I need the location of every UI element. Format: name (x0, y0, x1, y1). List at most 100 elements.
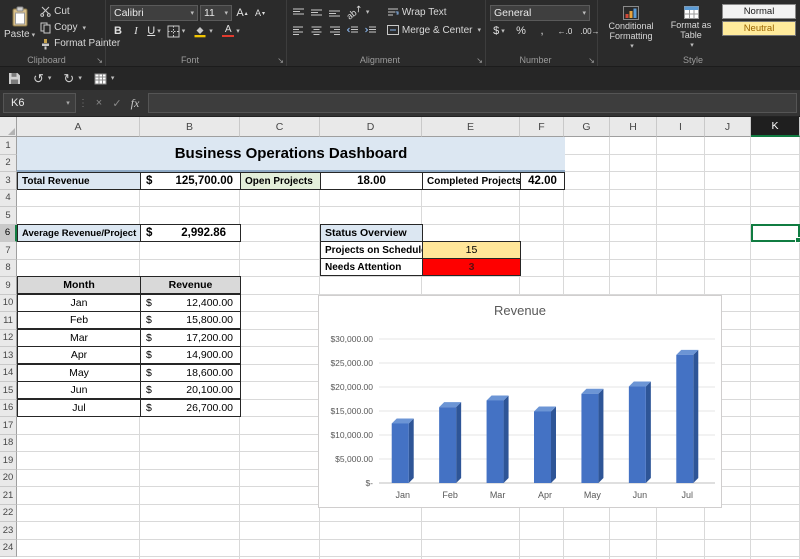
italic-button[interactable]: I (128, 23, 144, 39)
column-header-I[interactable]: I (657, 117, 705, 137)
completed-projects-label-cell[interactable]: Completed Projects (422, 172, 521, 190)
row-header-1[interactable]: 1 (0, 137, 17, 155)
font-dialog-launcher[interactable]: ↘ (277, 56, 284, 65)
month-cell[interactable]: Apr (17, 346, 141, 364)
name-box-dropdown[interactable]: ▾ (61, 93, 76, 113)
row-header-21[interactable]: 21 (0, 487, 17, 505)
decrease-font-button[interactable]: A ▾ (252, 5, 268, 21)
fill-color-button[interactable]: ▾ (190, 23, 216, 39)
column-header-H[interactable]: H (610, 117, 657, 137)
revenue-cell[interactable]: $26,700.00 (140, 399, 241, 417)
conditional-formatting-button[interactable]: Conditional Formatting ▾ (602, 4, 660, 52)
row-header-17[interactable]: 17 (0, 417, 17, 435)
align-middle-button[interactable] (309, 4, 325, 20)
on-schedule-value-cell[interactable]: 15 (422, 241, 521, 259)
revenue-header-cell[interactable]: Revenue (140, 276, 241, 294)
row-header-6[interactable]: 6 (0, 224, 17, 242)
align-left-button[interactable] (291, 22, 307, 38)
percent-style-button[interactable]: % (513, 23, 529, 39)
row-header-15[interactable]: 15 (0, 382, 17, 400)
revenue-cell[interactable]: $17,200.00 (140, 329, 241, 347)
insert-function-button[interactable]: fx (126, 90, 144, 116)
month-header-cell[interactable]: Month (17, 276, 141, 294)
decrease-decimal-button[interactable]: .00→ (580, 23, 600, 39)
active-cell-K6[interactable] (751, 224, 800, 243)
cell-style-normal[interactable]: Normal (722, 4, 796, 19)
formula-bar-splitter[interactable]: ⋮ (76, 90, 90, 116)
bold-button[interactable]: B (110, 23, 126, 39)
customize-qat-button[interactable]: ▾ (94, 73, 114, 85)
row-header-7[interactable]: 7 (0, 242, 17, 260)
month-cell[interactable]: Jul (17, 399, 141, 417)
undo-button[interactable]: ↺ ▾ (33, 72, 51, 85)
clipboard-dialog-launcher[interactable]: ↘ (96, 56, 103, 65)
row-header-13[interactable]: 13 (0, 347, 17, 365)
increase-indent-button[interactable] (363, 22, 379, 38)
row-header-16[interactable]: 16 (0, 399, 17, 417)
row-header-8[interactable]: 8 (0, 259, 17, 277)
decrease-indent-button[interactable] (345, 22, 361, 38)
revenue-cell[interactable]: $12,400.00 (140, 294, 241, 312)
avg-revenue-value-cell[interactable]: $2,992.86 (140, 224, 241, 242)
needs-attention-value-cell[interactable]: 3 (422, 258, 521, 276)
column-header-K[interactable]: K (751, 117, 800, 137)
column-header-E[interactable]: E (422, 117, 520, 137)
row-header-14[interactable]: 14 (0, 364, 17, 382)
revenue-cell[interactable]: $18,600.00 (140, 364, 241, 382)
paste-button[interactable]: Paste ▾ (4, 4, 35, 51)
formula-input[interactable] (148, 93, 797, 113)
row-header-10[interactable]: 10 (0, 294, 17, 312)
month-cell[interactable]: May (17, 364, 141, 382)
needs-attention-label-cell[interactable]: Needs Attention (320, 258, 423, 276)
row-header-19[interactable]: 19 (0, 452, 17, 470)
revenue-cell[interactable]: $14,900.00 (140, 346, 241, 364)
row-header-11[interactable]: 11 (0, 312, 17, 330)
align-top-button[interactable] (291, 4, 307, 20)
font-color-button[interactable]: A ▾ (218, 23, 244, 39)
font-size-select[interactable]: 11 ▾ (200, 5, 232, 21)
redo-button[interactable]: ↻ ▾ (63, 72, 81, 85)
status-overview-header-cell[interactable]: Status Overview (320, 224, 423, 242)
month-cell[interactable]: Mar (17, 329, 141, 347)
revenue-cell[interactable]: $20,100.00 (140, 381, 241, 399)
avg-revenue-label-cell[interactable]: Average Revenue/Project (17, 224, 141, 242)
name-box[interactable]: K6 (3, 93, 61, 113)
select-all-corner[interactable] (0, 117, 17, 137)
row-header-24[interactable]: 24 (0, 539, 17, 557)
column-header-F[interactable]: F (520, 117, 564, 137)
open-projects-value-cell[interactable]: 18.00 (320, 172, 423, 190)
alignment-dialog-launcher[interactable]: ↘ (476, 56, 483, 65)
merge-center-button[interactable]: Merge & Center ▾ (386, 22, 481, 38)
month-cell[interactable]: Feb (17, 311, 141, 329)
align-right-button[interactable] (327, 22, 343, 38)
column-header-G[interactable]: G (564, 117, 610, 137)
orientation-button[interactable]: ab↗ ▾ (345, 2, 371, 21)
row-header-12[interactable]: 12 (0, 329, 17, 347)
row-header-20[interactable]: 20 (0, 469, 17, 487)
row-header-4[interactable]: 4 (0, 189, 17, 207)
column-header-B[interactable]: B (140, 117, 240, 137)
column-header-C[interactable]: C (240, 117, 320, 137)
row-header-9[interactable]: 9 (0, 277, 17, 295)
row-header-22[interactable]: 22 (0, 504, 17, 522)
align-center-button[interactable] (309, 22, 325, 38)
underline-button[interactable]: U ▾ (146, 23, 162, 39)
total-revenue-value-cell[interactable]: $125,700.00 (140, 172, 241, 190)
number-dialog-launcher[interactable]: ↘ (588, 56, 595, 65)
align-bottom-button[interactable] (327, 4, 343, 20)
dashboard-title-cell[interactable]: Business Operations Dashboard (17, 137, 565, 172)
row-header-2[interactable]: 2 (0, 154, 17, 172)
column-header-D[interactable]: D (320, 117, 422, 137)
column-header-A[interactable]: A (17, 117, 140, 137)
revenue-cell[interactable]: $15,800.00 (140, 311, 241, 329)
row-header-5[interactable]: 5 (0, 207, 17, 225)
open-projects-label-cell[interactable]: Open Projects (240, 172, 321, 190)
font-name-select[interactable]: Calibri ▾ (110, 5, 198, 21)
number-format-select[interactable]: General ▾ (490, 5, 590, 21)
wrap-text-button[interactable]: Wrap Text (387, 4, 481, 20)
month-cell[interactable]: Jan (17, 294, 141, 312)
increase-decimal-button[interactable]: ←.0 (555, 23, 575, 39)
row-header-3[interactable]: 3 (0, 172, 17, 190)
cancel-button[interactable]: × (90, 90, 108, 116)
increase-font-button[interactable]: A ▴ (234, 5, 250, 21)
